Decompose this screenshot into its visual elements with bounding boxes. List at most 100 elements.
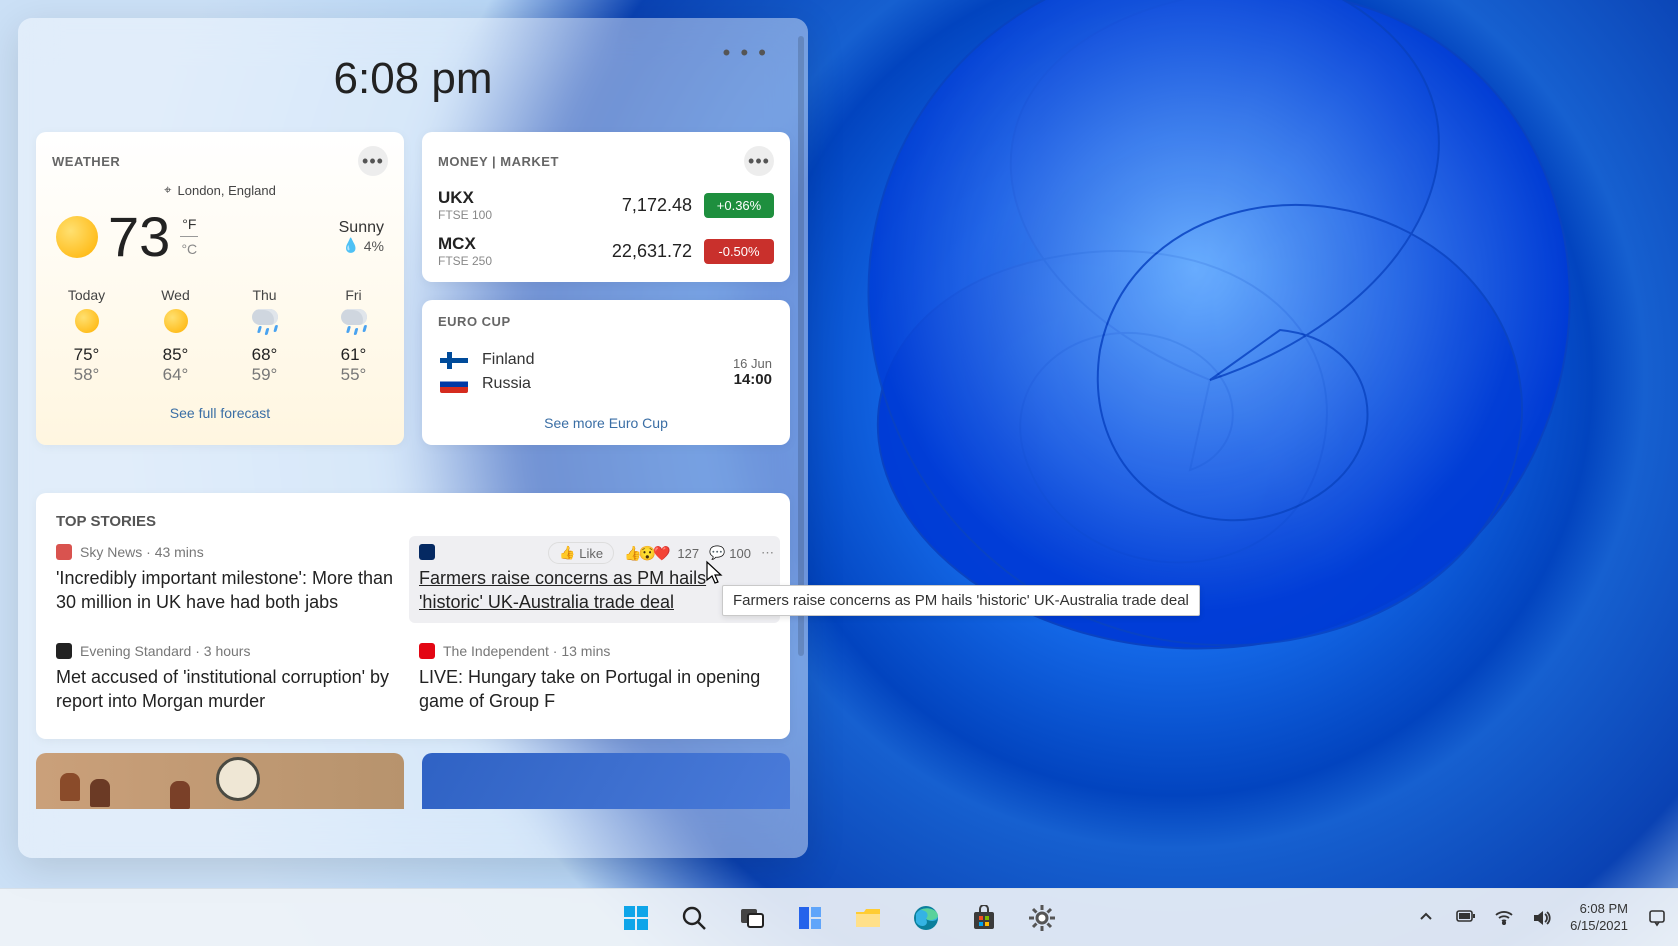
wifi-icon[interactable] bbox=[1494, 909, 1512, 927]
taskbar: 6:08 PM 6/15/2021 bbox=[0, 888, 1678, 946]
desktop-wallpaper bbox=[700, 0, 1678, 860]
sun-icon bbox=[162, 309, 190, 337]
eurocup-widget[interactable]: EURO CUP Finland Russia 16 Jun14:00 See … bbox=[422, 300, 790, 445]
weather-condition: Sunny bbox=[339, 219, 384, 237]
money-more-button[interactable]: ••• bbox=[744, 146, 774, 176]
location-pin-icon: ⌖ bbox=[164, 182, 171, 198]
ticker-symbol: MCX bbox=[438, 234, 492, 254]
news-image-cards-row bbox=[18, 739, 808, 809]
task-view-button[interactable] bbox=[737, 903, 767, 933]
story-more-button[interactable]: ⋯ bbox=[761, 545, 774, 561]
team-row-finland: Finland bbox=[440, 351, 534, 369]
settings-button[interactable] bbox=[1027, 903, 1057, 933]
day-label: Wed bbox=[143, 287, 209, 303]
change-badge: -0.50% bbox=[704, 239, 774, 264]
flag-russia-icon bbox=[440, 376, 468, 393]
reaction-emojis-icon[interactable]: 👍😯❤️ bbox=[624, 545, 667, 562]
story-time: 43 mins bbox=[155, 544, 204, 560]
comments-button[interactable]: 💬100 bbox=[709, 545, 751, 561]
weather-location: ⌖ London, England bbox=[36, 182, 404, 198]
story-item[interactable]: Evening Standard · 3 hours Met accused o… bbox=[56, 643, 407, 714]
source-name: Evening Standard bbox=[80, 643, 191, 659]
story-headline: LIVE: Hungary take on Portugal in openin… bbox=[419, 665, 770, 714]
story-meta: Sky News · 43 mins bbox=[56, 544, 407, 560]
high-temp: 85° bbox=[143, 345, 209, 365]
temperature-units[interactable]: °F°C bbox=[180, 214, 198, 259]
weather-widget[interactable]: WEATHER ••• ⌖ London, England 73 °F°C Su… bbox=[36, 132, 404, 445]
thumbs-up-icon: 👍 bbox=[559, 545, 575, 561]
story-time: 3 hours bbox=[204, 643, 251, 659]
story-item[interactable]: Sky News · 43 mins 'Incredibly important… bbox=[56, 544, 407, 615]
forecast-day[interactable]: Thu 68° 59° bbox=[232, 287, 298, 385]
edge-browser-button[interactable] bbox=[911, 903, 941, 933]
volume-icon[interactable] bbox=[1532, 909, 1550, 927]
market-row[interactable]: MCXFTSE 250 22,631.72 -0.50% bbox=[422, 228, 790, 274]
file-explorer-button[interactable] bbox=[853, 903, 883, 933]
news-image-card[interactable] bbox=[422, 753, 790, 809]
panel-scrollbar[interactable] bbox=[798, 36, 804, 656]
widgets-button[interactable] bbox=[795, 903, 825, 933]
source-icon bbox=[419, 643, 435, 659]
rain-icon bbox=[251, 309, 279, 337]
low-temp: 59° bbox=[232, 365, 298, 385]
low-temp: 55° bbox=[321, 365, 387, 385]
high-temp: 68° bbox=[232, 345, 298, 365]
notifications-icon[interactable] bbox=[1648, 909, 1666, 927]
forecast-day[interactable]: Fri 61° 55° bbox=[321, 287, 387, 385]
day-label: Fri bbox=[321, 287, 387, 303]
source-icon bbox=[56, 643, 72, 659]
news-image-card[interactable] bbox=[36, 753, 404, 809]
source-name: The Independent bbox=[443, 643, 549, 659]
weather-more-button[interactable]: ••• bbox=[358, 146, 388, 176]
search-button[interactable] bbox=[679, 903, 709, 933]
droplet-icon: 💧 bbox=[342, 237, 359, 254]
day-label: Today bbox=[54, 287, 120, 303]
team-row-russia: Russia bbox=[440, 375, 534, 393]
market-row[interactable]: UKXFTSE 100 7,172.48 +0.36% bbox=[422, 182, 790, 228]
battery-icon[interactable] bbox=[1456, 909, 1474, 927]
store-button[interactable] bbox=[969, 903, 999, 933]
source-name: Sky News bbox=[80, 544, 142, 560]
comment-icon: 💬 bbox=[709, 545, 725, 561]
eurocup-title: EURO CUP bbox=[438, 314, 511, 329]
high-temp: 75° bbox=[54, 345, 120, 365]
ticker-subtitle: FTSE 100 bbox=[438, 208, 492, 222]
story-item[interactable]: The Independent · 13 mins LIVE: Hungary … bbox=[419, 643, 770, 714]
start-button[interactable] bbox=[621, 903, 651, 933]
ticker-subtitle: FTSE 250 bbox=[438, 254, 492, 268]
high-temp: 61° bbox=[321, 345, 387, 365]
panel-clock: 6:08 pm bbox=[18, 18, 808, 132]
reaction-count: 127 bbox=[677, 546, 699, 561]
weather-title: WEATHER bbox=[52, 154, 120, 169]
current-temperature: 73 bbox=[108, 204, 170, 269]
money-widget[interactable]: MONEY | MARKET ••• UKXFTSE 100 7,172.48 … bbox=[422, 132, 790, 282]
low-temp: 64° bbox=[143, 365, 209, 385]
hover-tooltip: Farmers raise concerns as PM hails 'hist… bbox=[722, 585, 1200, 616]
ticker-value: 22,631.72 bbox=[612, 241, 692, 262]
story-headline: Met accused of 'institutional corruption… bbox=[56, 665, 407, 714]
forecast-day[interactable]: Today 75° 58° bbox=[54, 287, 120, 385]
source-icon bbox=[419, 544, 435, 560]
sun-icon bbox=[56, 216, 98, 258]
ticker-value: 7,172.48 bbox=[622, 195, 692, 216]
forecast-day[interactable]: Wed 85° 64° bbox=[143, 287, 209, 385]
change-badge: +0.36% bbox=[704, 193, 774, 218]
story-time: 13 mins bbox=[561, 643, 610, 659]
weather-precip: 💧4% bbox=[339, 237, 384, 254]
day-label: Thu bbox=[232, 287, 298, 303]
see-full-forecast-link[interactable]: See full forecast bbox=[36, 395, 404, 437]
story-meta: Evening Standard · 3 hours bbox=[56, 643, 407, 659]
like-button[interactable]: 👍Like bbox=[548, 542, 614, 564]
story-headline: 'Incredibly important milestone': More t… bbox=[56, 566, 407, 615]
taskbar-clock[interactable]: 6:08 PM 6/15/2021 bbox=[1570, 901, 1628, 934]
tray-expand-icon[interactable] bbox=[1418, 909, 1436, 927]
see-more-eurocup-link[interactable]: See more Euro Cup bbox=[422, 405, 790, 435]
panel-more-button[interactable]: • • • bbox=[723, 50, 768, 56]
ticker-symbol: UKX bbox=[438, 188, 492, 208]
sun-icon bbox=[73, 309, 101, 337]
rain-icon bbox=[340, 309, 368, 337]
money-title: MONEY | MARKET bbox=[438, 154, 559, 169]
widgets-panel: • • • 6:08 pm WEATHER ••• ⌖ London, Engl… bbox=[18, 18, 808, 858]
low-temp: 58° bbox=[54, 365, 120, 385]
source-icon bbox=[56, 544, 72, 560]
